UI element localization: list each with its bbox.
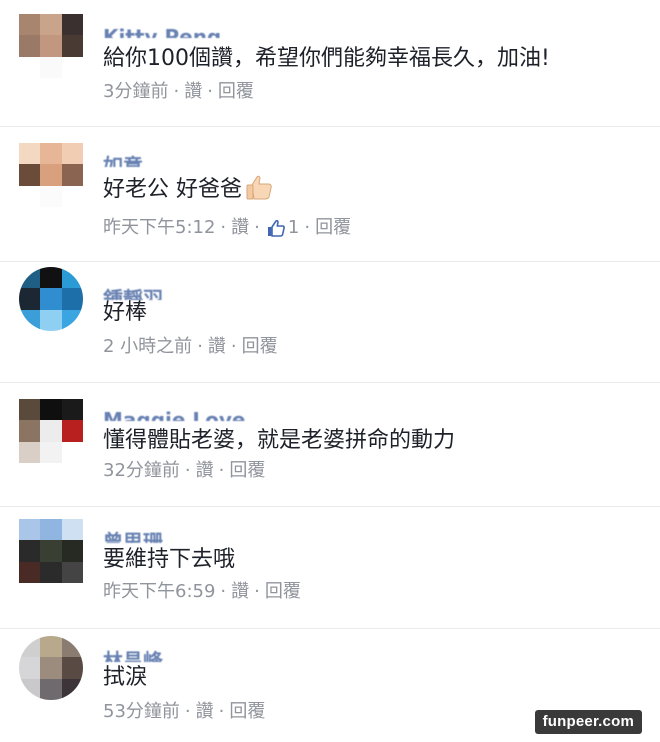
comment-item: 曾思珊 要維持下去哦 昨天下午6:59 · 讚 · 回覆 [0,507,660,628]
like-link[interactable]: 讚 [208,335,226,359]
comment-item: 如意 好老公 好爸爸 昨天下午5:12 · 讚 · 1 · 回覆 [0,127,660,261]
reply-link[interactable]: 回覆 [315,216,351,240]
like-link[interactable]: 讚 [231,580,249,604]
avatar[interactable] [19,14,83,78]
reply-link[interactable]: 回覆 [229,459,265,483]
commenter-name[interactable]: 林昌峰 [103,648,163,662]
like-link[interactable]: 讚 [196,459,214,483]
comment-item: Kitty Peng 給你100個讚，希望你們能夠幸福長久，加油! 3分鐘前 ·… [0,0,660,126]
comment-time[interactable]: 3分鐘前 [103,80,168,104]
reply-link[interactable]: 回覆 [229,700,265,724]
comment-item: 鍾靜羽 好棒 2 小時之前 · 讚 · 回覆 [0,262,660,382]
separator: · [220,217,227,238]
like-link[interactable]: 讚 [184,80,202,104]
commenter-name[interactable]: 鍾靜羽 [103,286,163,300]
like-link[interactable]: 讚 [231,216,249,240]
separator: · [254,581,260,602]
comment-meta: 昨天下午5:12 · 讚 · 1 · 回覆 [103,216,351,240]
avatar[interactable] [19,267,83,331]
comment-text-content: 好老公 好爸爸 [103,177,242,202]
comment-item: Maggie Love 懂得體貼老婆，就是老婆拼命的動力 32分鐘前 · 讚 ·… [0,383,660,506]
thumbs-up-emoji-icon [246,175,272,200]
comment-text: 懂得體貼老婆，就是老婆拼命的動力 [103,428,456,453]
separator: · [304,217,311,238]
comment-time[interactable]: 昨天下午6:59 [103,580,215,604]
comment-time[interactable]: 53分鐘前 [103,700,180,724]
comment-time[interactable]: 32分鐘前 [103,459,180,483]
comment-text: 拭淚 [103,665,148,690]
comment-text: 好老公 好爸爸 [103,174,274,204]
avatar[interactable] [19,519,83,583]
commenter-name[interactable]: 如意 [103,153,143,167]
separator: · [218,701,225,722]
comment-text: 給你100個讚，希望你們能夠幸福長久，加油! [103,46,550,71]
avatar[interactable] [19,143,83,207]
separator: · [184,460,191,481]
commenter-name[interactable]: Kitty Peng [103,24,221,38]
reply-link[interactable]: 回覆 [242,335,278,359]
separator: · [230,336,237,357]
avatar[interactable] [19,636,83,700]
separator: · [254,217,260,238]
comment-time[interactable]: 2 小時之前 [103,335,192,359]
separator: · [173,81,180,102]
comment-meta: 3分鐘前 · 讚 · 回覆 [103,80,254,104]
like-count[interactable]: 1 [288,216,299,240]
separator: · [184,701,191,722]
comment-meta: 32分鐘前 · 讚 · 回覆 [103,459,265,483]
reply-link[interactable]: 回覆 [265,580,301,604]
commenter-name[interactable]: 曾思珊 [103,529,163,543]
like-thumb-icon [267,219,285,237]
like-link[interactable]: 讚 [196,700,214,724]
separator: · [218,460,225,481]
separator: · [197,336,203,357]
comment-meta: 昨天下午6:59 · 讚 · 回覆 [103,580,301,604]
watermark-badge: funpeer.com [534,710,642,734]
separator: · [220,581,227,602]
comment-meta: 53分鐘前 · 讚 · 回覆 [103,700,265,724]
reply-link[interactable]: 回覆 [218,80,254,104]
avatar[interactable] [19,399,83,463]
comment-text: 好棒 [103,300,148,325]
separator: · [207,81,213,102]
comment-meta: 2 小時之前 · 讚 · 回覆 [103,335,278,359]
comment-text: 要維持下去哦 [103,547,236,572]
comment-time[interactable]: 昨天下午5:12 [103,216,215,240]
commenter-name[interactable]: Maggie Love [103,407,246,421]
